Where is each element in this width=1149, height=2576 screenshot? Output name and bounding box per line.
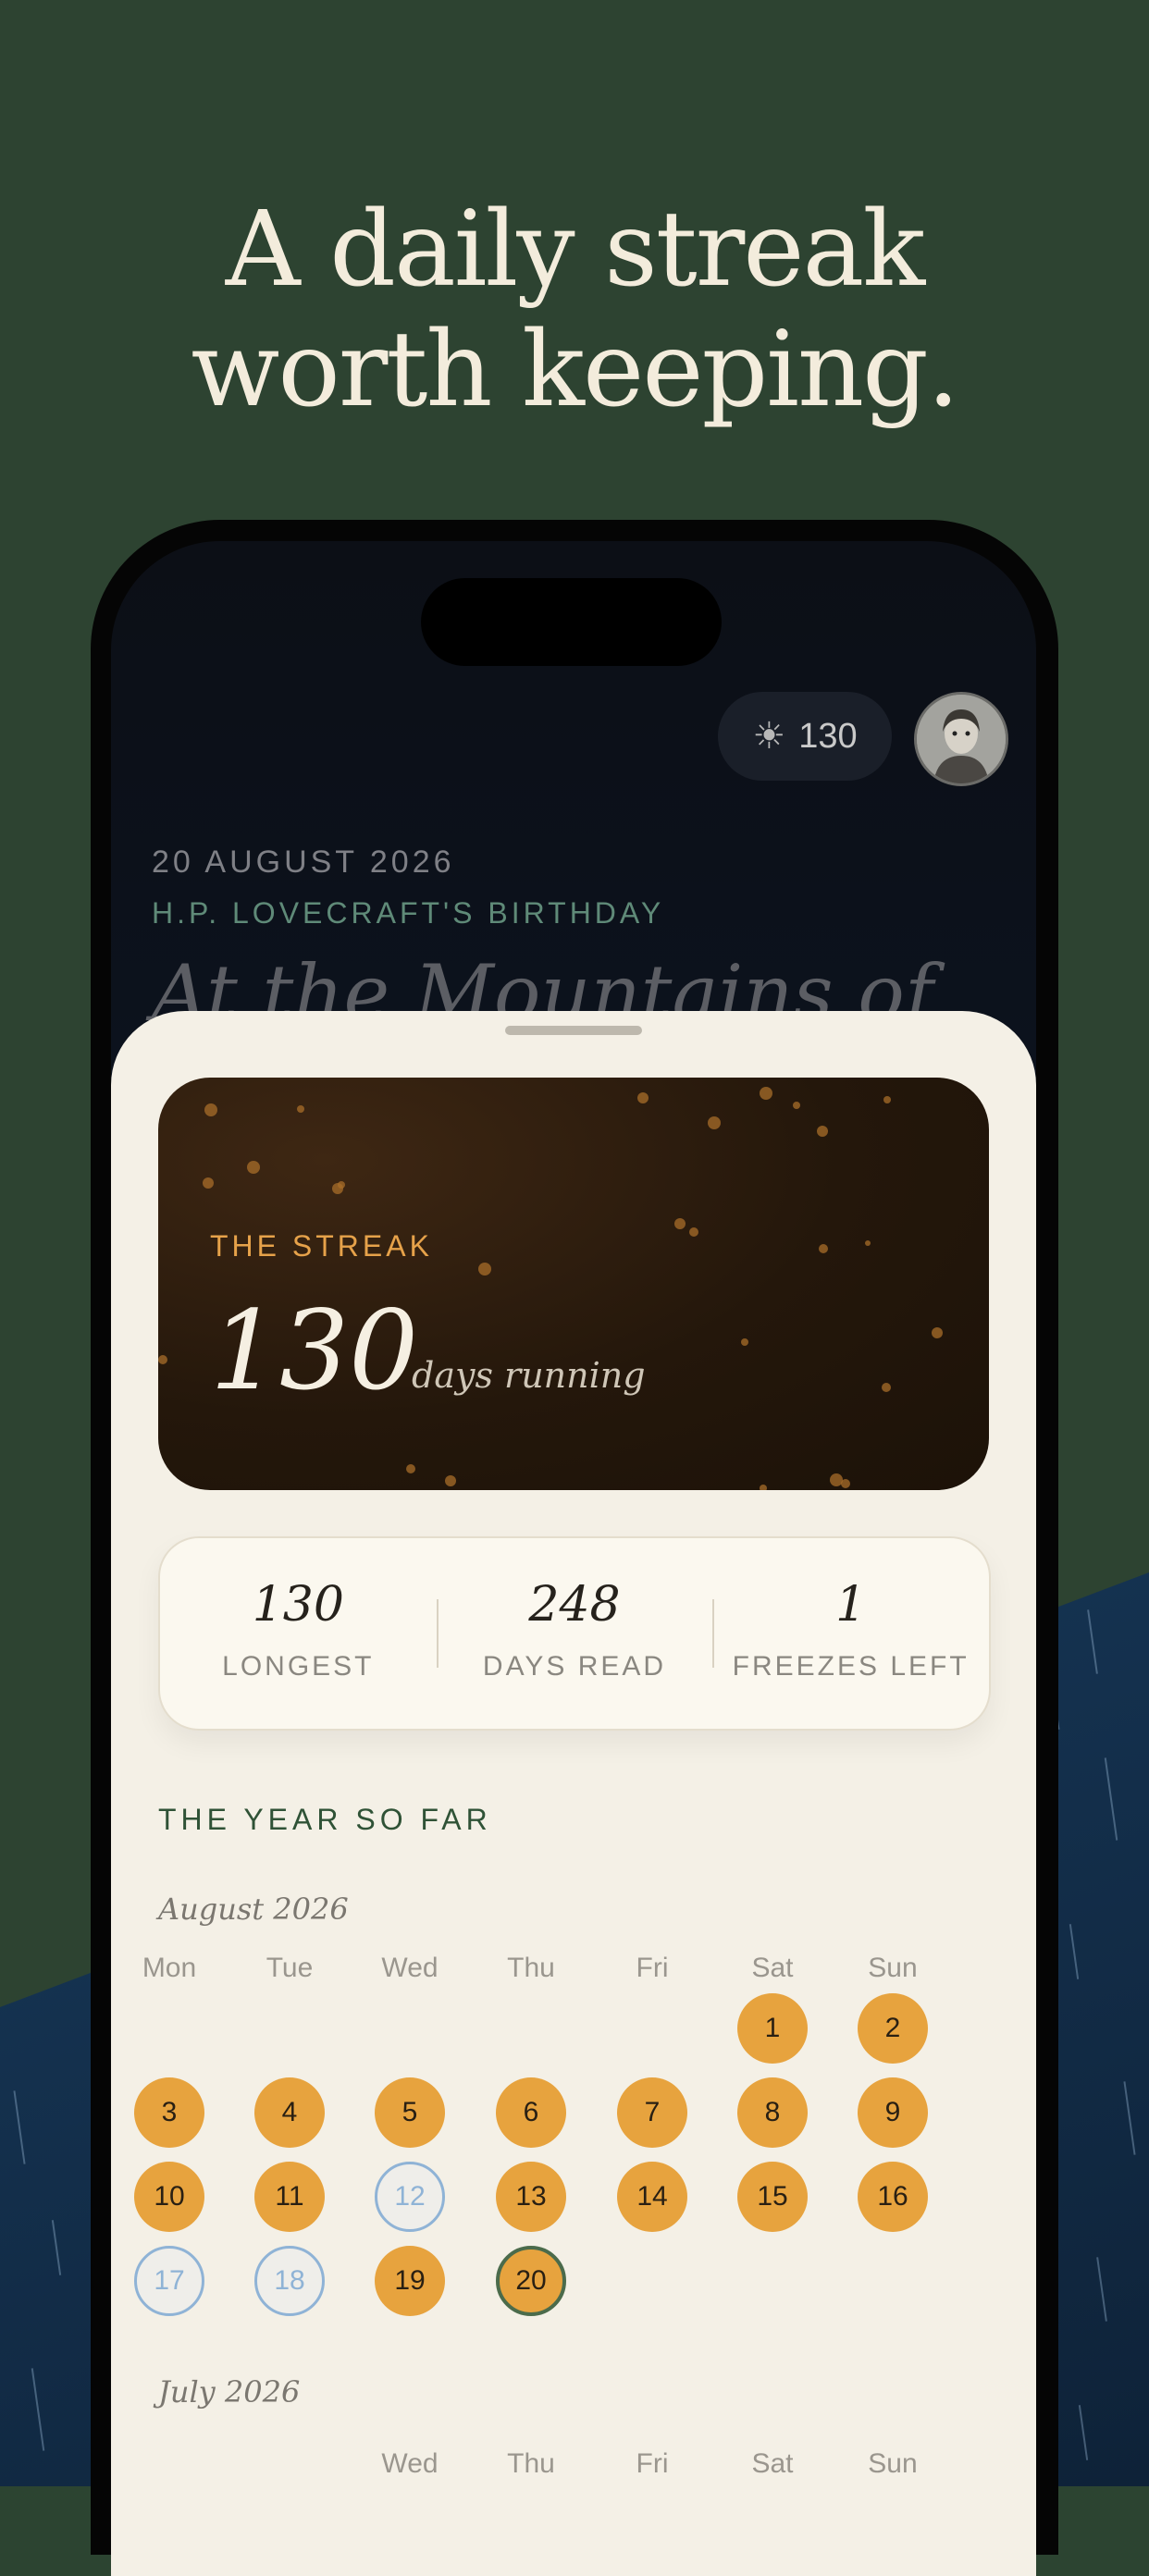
phone-screen: ☀ 130 20 AUGUST 2026 H.P. LOVECRAFT'S BI…: [111, 541, 1036, 2576]
stat-label: DAYS READ: [482, 1651, 667, 1682]
rain-streak: [1087, 1609, 1098, 1674]
stat-freezes-left: 1 FREEZES LEFT: [712, 1538, 989, 1729]
ember-dot: [689, 1227, 698, 1237]
ember-dot: [882, 1383, 891, 1392]
streak-pill-button[interactable]: ☀ 130: [718, 692, 892, 781]
weekday-label: Sun: [868, 2448, 918, 2479]
ember-dot: [865, 1240, 871, 1246]
rain-streak: [1123, 2081, 1136, 2155]
calendar-day[interactable]: 1: [737, 1993, 808, 2064]
ember-dot: [760, 1087, 772, 1100]
weekday-label: Wed: [381, 1953, 439, 1983]
ember-dot: [445, 1475, 456, 1486]
streak-card: THE STREAK 130 days running: [158, 1078, 989, 1490]
ember-dot: [674, 1218, 686, 1229]
ember-dot: [741, 1338, 748, 1346]
headline-highlight: daily streak: [329, 190, 925, 310]
weekday-label: Fri: [636, 1953, 669, 1983]
rain-streak: [1096, 2257, 1107, 2322]
weekday-label: Sun: [868, 1953, 918, 1983]
ember-dot: [297, 1105, 304, 1113]
calendar-day[interactable]: 16: [858, 2162, 928, 2232]
weekday-label: Wed: [381, 2448, 439, 2479]
headline: A daily streak worth keeping.: [0, 190, 1149, 430]
rain-streak: [13, 2090, 26, 2164]
month-label: August 2026: [158, 1892, 349, 1927]
ember-dot: [247, 1161, 260, 1174]
ember-dot: [637, 1092, 649, 1103]
ember-dot: [478, 1263, 491, 1276]
calendar-day[interactable]: 18: [254, 2246, 325, 2316]
calendar-day[interactable]: 14: [617, 2162, 687, 2232]
rain-streak: [1069, 1924, 1080, 1979]
date-line: 20 AUGUST 2026: [152, 844, 455, 880]
dynamic-island: [421, 578, 722, 666]
calendar-day[interactable]: 17: [134, 2246, 204, 2316]
calendar-day[interactable]: 11: [254, 2162, 325, 2232]
calendar-day[interactable]: 15: [737, 2162, 808, 2232]
stat-label: FREEZES LEFT: [732, 1651, 970, 1682]
calendar-day[interactable]: 5: [375, 2077, 445, 2148]
ember-dot: [406, 1464, 415, 1473]
ember-dot: [203, 1177, 214, 1189]
section-title: THE YEAR SO FAR: [158, 1803, 492, 1836]
ember-dot: [817, 1126, 828, 1137]
weekday-label: Tue: [266, 1953, 314, 1983]
sun-icon: ☀: [752, 716, 786, 757]
weekday-label: Fri: [636, 2448, 669, 2479]
ember-dot: [760, 1485, 767, 1490]
calendar-day[interactable]: 7: [617, 2077, 687, 2148]
stat-value: 248: [528, 1577, 621, 1633]
ember-dot: [793, 1102, 800, 1109]
ember-dot: [338, 1181, 345, 1189]
calendar-day[interactable]: 4: [254, 2077, 325, 2148]
rain-streak: [31, 2368, 45, 2451]
stat-days-read: 248 DAYS READ: [436, 1538, 713, 1729]
stats-bar: 130 LONGEST 248 DAYS READ 1 FREEZES LEFT: [158, 1536, 991, 1731]
headline-prefix: A: [225, 190, 330, 310]
ember-dot: [708, 1116, 721, 1129]
calendar-day[interactable]: 12: [375, 2162, 445, 2232]
streak-unit: days running: [412, 1355, 646, 1396]
stat-value: 130: [252, 1577, 344, 1633]
rain-streak: [1104, 1757, 1118, 1841]
avatar[interactable]: [914, 692, 1008, 786]
streak-label: THE STREAK: [210, 1229, 433, 1263]
weekday-label: Mon: [142, 1953, 197, 1983]
weekday-label: Sat: [751, 1953, 794, 1983]
ember-dot: [158, 1355, 167, 1364]
calendar-day[interactable]: 6: [496, 2077, 566, 2148]
calendar-day-today[interactable]: 20: [496, 2246, 566, 2316]
calendar-day[interactable]: 2: [858, 1993, 928, 2064]
ember-dot: [204, 1103, 217, 1116]
rain-streak: [1078, 2405, 1089, 2460]
calendar-day[interactable]: 10: [134, 2162, 204, 2232]
rain-streak: [51, 2220, 62, 2275]
sheet-grabber[interactable]: [505, 1026, 642, 1035]
weekday-label: Thu: [507, 1953, 555, 1983]
month-label: July 2026: [158, 2374, 301, 2410]
calendar-day[interactable]: 9: [858, 2077, 928, 2148]
stat-value: 1: [835, 1577, 867, 1633]
streak-sheet: THE STREAK 130 days running 130 LONGEST …: [111, 1011, 1036, 2576]
stat-label: LONGEST: [222, 1651, 375, 1682]
streak-number: 130: [210, 1287, 419, 1414]
ember-dot: [819, 1244, 828, 1253]
weekday-label: Thu: [507, 2448, 555, 2479]
calendar-day[interactable]: 3: [134, 2077, 204, 2148]
ember-dot: [883, 1096, 891, 1103]
calendar-day[interactable]: 13: [496, 2162, 566, 2232]
ember-dot: [841, 1479, 850, 1488]
calendar-day[interactable]: 8: [737, 2077, 808, 2148]
calendar-day[interactable]: 19: [375, 2246, 445, 2316]
stat-longest: 130 LONGEST: [160, 1538, 437, 1729]
streak-pill-count: 130: [798, 716, 858, 756]
weekday-label: Sat: [751, 2448, 794, 2479]
headline-line-2: worth keeping.: [191, 310, 960, 430]
occasion-line: H.P. LOVECRAFT'S BIRTHDAY: [152, 896, 665, 930]
ember-dot: [932, 1327, 943, 1338]
